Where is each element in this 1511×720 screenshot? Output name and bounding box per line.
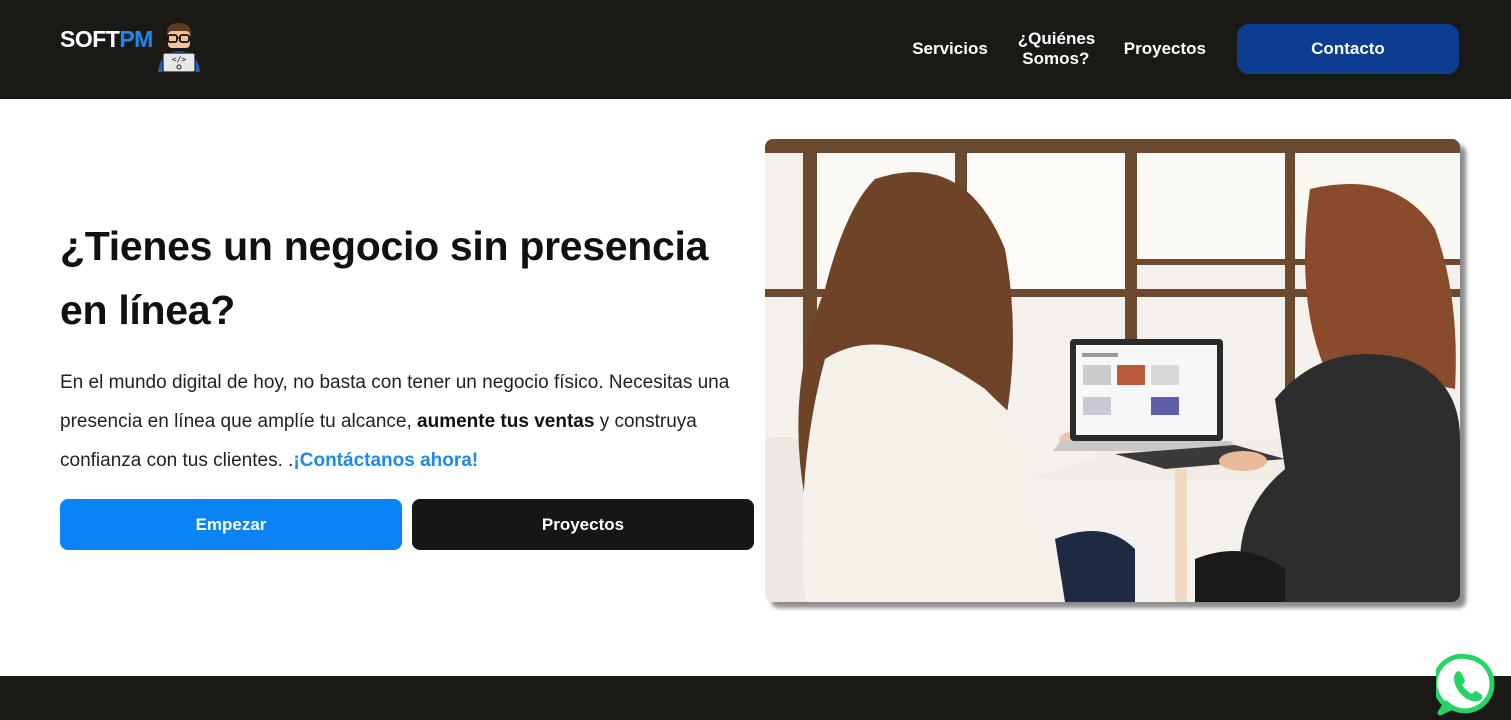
nav-quienes-line2: Somos? xyxy=(1022,49,1090,68)
nav-link-servicios[interactable]: Servicios xyxy=(912,39,988,59)
hero-photo xyxy=(765,139,1460,602)
nav-link-proyectos[interactable]: Proyectos xyxy=(1124,39,1206,59)
nav-link-quienes-somos[interactable]: ¿Quiénes Somos? xyxy=(1017,29,1096,69)
start-button[interactable]: Empezar xyxy=(60,499,402,550)
contact-now-link[interactable]: ¡Contáctanos ahora! xyxy=(293,450,478,471)
site-header: SOFTPM </> Servicios ¿Quiénes Somos? Pro… xyxy=(0,0,1511,99)
site-logo[interactable]: SOFTPM </> xyxy=(60,18,204,72)
hero-title: ¿Tienes un negocio sin presencia en líne… xyxy=(60,223,709,333)
projects-button[interactable]: Proyectos xyxy=(412,499,754,550)
nav-quienes-line1: ¿Quiénes xyxy=(1017,29,1096,48)
hero-description: En el mundo digital de hoy, no basta con… xyxy=(60,363,750,480)
contact-button[interactable]: Contacto xyxy=(1237,24,1459,74)
hero-text-bold: aumente tus ventas xyxy=(417,411,595,432)
main-nav: Servicios ¿Quiénes Somos? Proyectos Cont… xyxy=(912,24,1459,74)
footer-band xyxy=(0,676,1511,720)
whatsapp-icon xyxy=(1432,653,1495,716)
logo-text: SOFTPM xyxy=(60,25,153,52)
developer-mascot-icon: </> xyxy=(157,23,200,72)
hero-photo-illustration xyxy=(765,139,1460,602)
whatsapp-button[interactable] xyxy=(1432,653,1500,717)
svg-text:</>: </> xyxy=(172,55,187,64)
